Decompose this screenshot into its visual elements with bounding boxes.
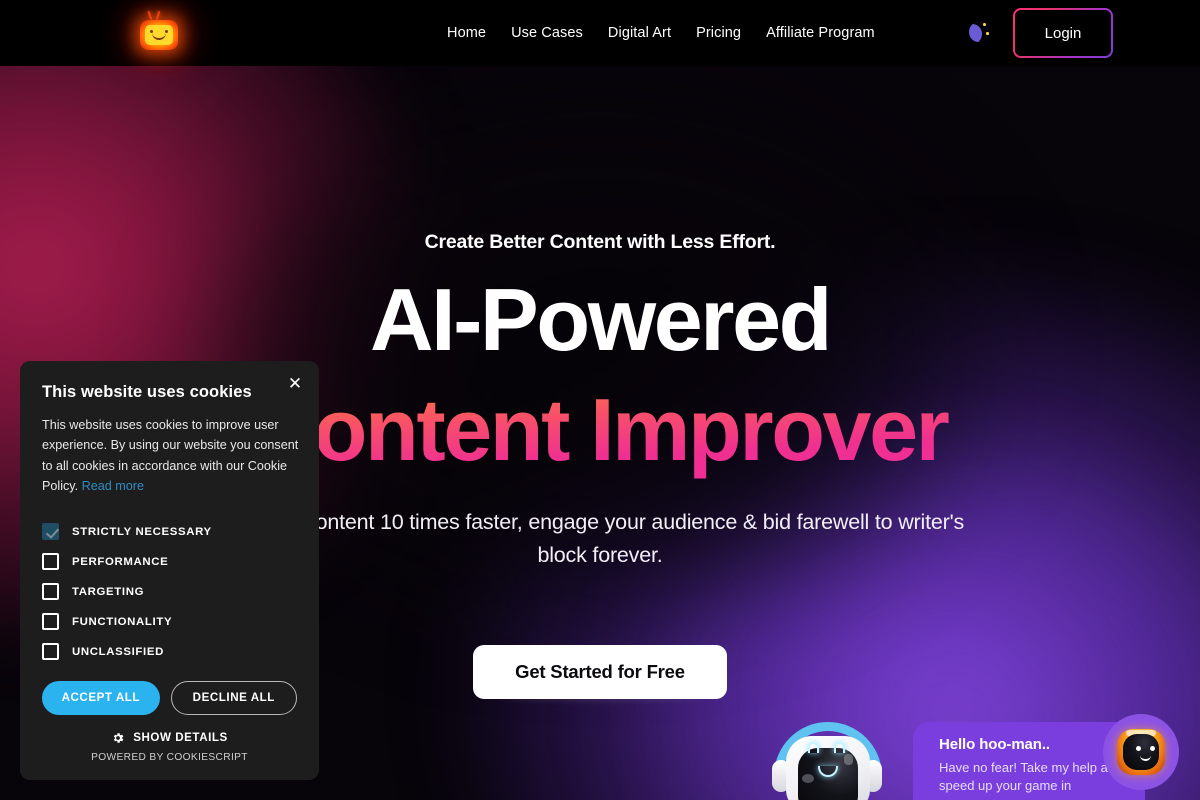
star-icon-1 [983, 23, 986, 26]
landing-page: Home Use Cases Digital Art Pricing Affil… [0, 0, 1200, 800]
checkbox-strictly-necessary[interactable] [42, 523, 59, 541]
nav-item-affiliate-program[interactable]: Affiliate Program [766, 25, 875, 41]
login-button-label: Login [1015, 10, 1111, 56]
powered-by-label: POWERED BY COOKIESCRIPT [91, 751, 248, 763]
read-more-link[interactable]: Read more [82, 479, 144, 493]
avatar-eye-right [1150, 746, 1155, 751]
checkbox-targeting[interactable] [42, 583, 59, 601]
show-details-button[interactable]: SHOW DETAILS [42, 731, 297, 745]
mascot-eye-left [808, 742, 819, 753]
site-header: Home Use Cases Digital Art Pricing Affil… [0, 0, 1200, 66]
main-navigation: Home Use Cases Digital Art Pricing Affil… [447, 0, 875, 66]
checkbox-functionality[interactable] [42, 613, 59, 631]
hero-subtitle: Create content 10 times faster, engage y… [235, 510, 965, 567]
cookie-category-label: PERFORMANCE [72, 555, 169, 568]
cookie-consent-banner: ✕ This website uses cookies This website… [20, 361, 319, 780]
avatar-eye-left [1136, 746, 1141, 751]
cookie-banner-heading: This website uses cookies [42, 383, 252, 401]
gear-icon [111, 731, 125, 745]
nav-item-home[interactable]: Home [447, 25, 486, 41]
cookie-category-label: UNCLASSIFIED [72, 645, 164, 658]
close-icon[interactable]: ✕ [284, 372, 306, 394]
checkbox-unclassified[interactable] [42, 643, 59, 661]
hero-eyebrow: Create Better Content with Less Effort. [424, 231, 776, 253]
login-button[interactable]: Login [1013, 8, 1113, 58]
chat-widget-message: Have no fear! Take my help and speed up … [939, 760, 1123, 794]
chat-bot-avatar-icon[interactable] [1103, 714, 1179, 790]
star-icon-2 [986, 32, 989, 35]
cookie-banner-body-text: This website uses cookies to improve use… [42, 418, 299, 494]
checkbox-performance[interactable] [42, 553, 59, 571]
avatar-visor [1123, 734, 1159, 770]
cookie-category-label: FUNCTIONALITY [72, 615, 173, 628]
moon-icon[interactable] [966, 20, 992, 46]
show-details-label: SHOW DETAILS [133, 731, 228, 745]
mascot-screen-glint [844, 754, 853, 765]
accept-all-button[interactable]: ACCEPT ALL [42, 680, 160, 715]
nav-item-use-cases[interactable]: Use Cases [511, 25, 583, 41]
nav-item-digital-art[interactable]: Digital Art [608, 25, 671, 41]
mascot-eye-right [834, 742, 845, 753]
cookie-category-targeting[interactable]: TARGETING [42, 577, 297, 607]
cookie-banner-body: This website uses cookies to improve use… [42, 415, 304, 497]
cookie-category-label: STRICTLY NECESSARY [72, 525, 212, 538]
cookie-category-strictly-necessary[interactable]: STRICTLY NECESSARY [42, 517, 297, 547]
chat-widget-title: Hello hoo-man.. [939, 736, 1051, 753]
logo-face [145, 25, 173, 45]
logo-antenna [147, 10, 171, 21]
cookie-category-unclassified[interactable]: UNCLASSIFIED [42, 637, 297, 667]
robot-logo-icon[interactable] [134, 8, 184, 58]
decline-all-button[interactable]: DECLINE ALL [170, 680, 297, 715]
cookie-banner-actions: ACCEPT ALL DECLINE ALL [42, 680, 297, 715]
avatar-smile [1140, 755, 1151, 761]
hero-title-line-1: AI-Powered [369, 270, 832, 369]
get-started-button[interactable]: Get Started for Free [473, 645, 727, 699]
avatar-ring [1117, 729, 1165, 775]
logo-smile [152, 33, 166, 40]
cookie-category-performance[interactable]: PERFORMANCE [42, 547, 297, 577]
nav-item-pricing[interactable]: Pricing [696, 25, 741, 41]
cookie-category-label: TARGETING [72, 585, 145, 598]
mascot-cheek-left [802, 774, 814, 783]
cookie-category-functionality[interactable]: FUNCTIONALITY [42, 607, 297, 637]
robot-mascot-icon [752, 722, 902, 800]
